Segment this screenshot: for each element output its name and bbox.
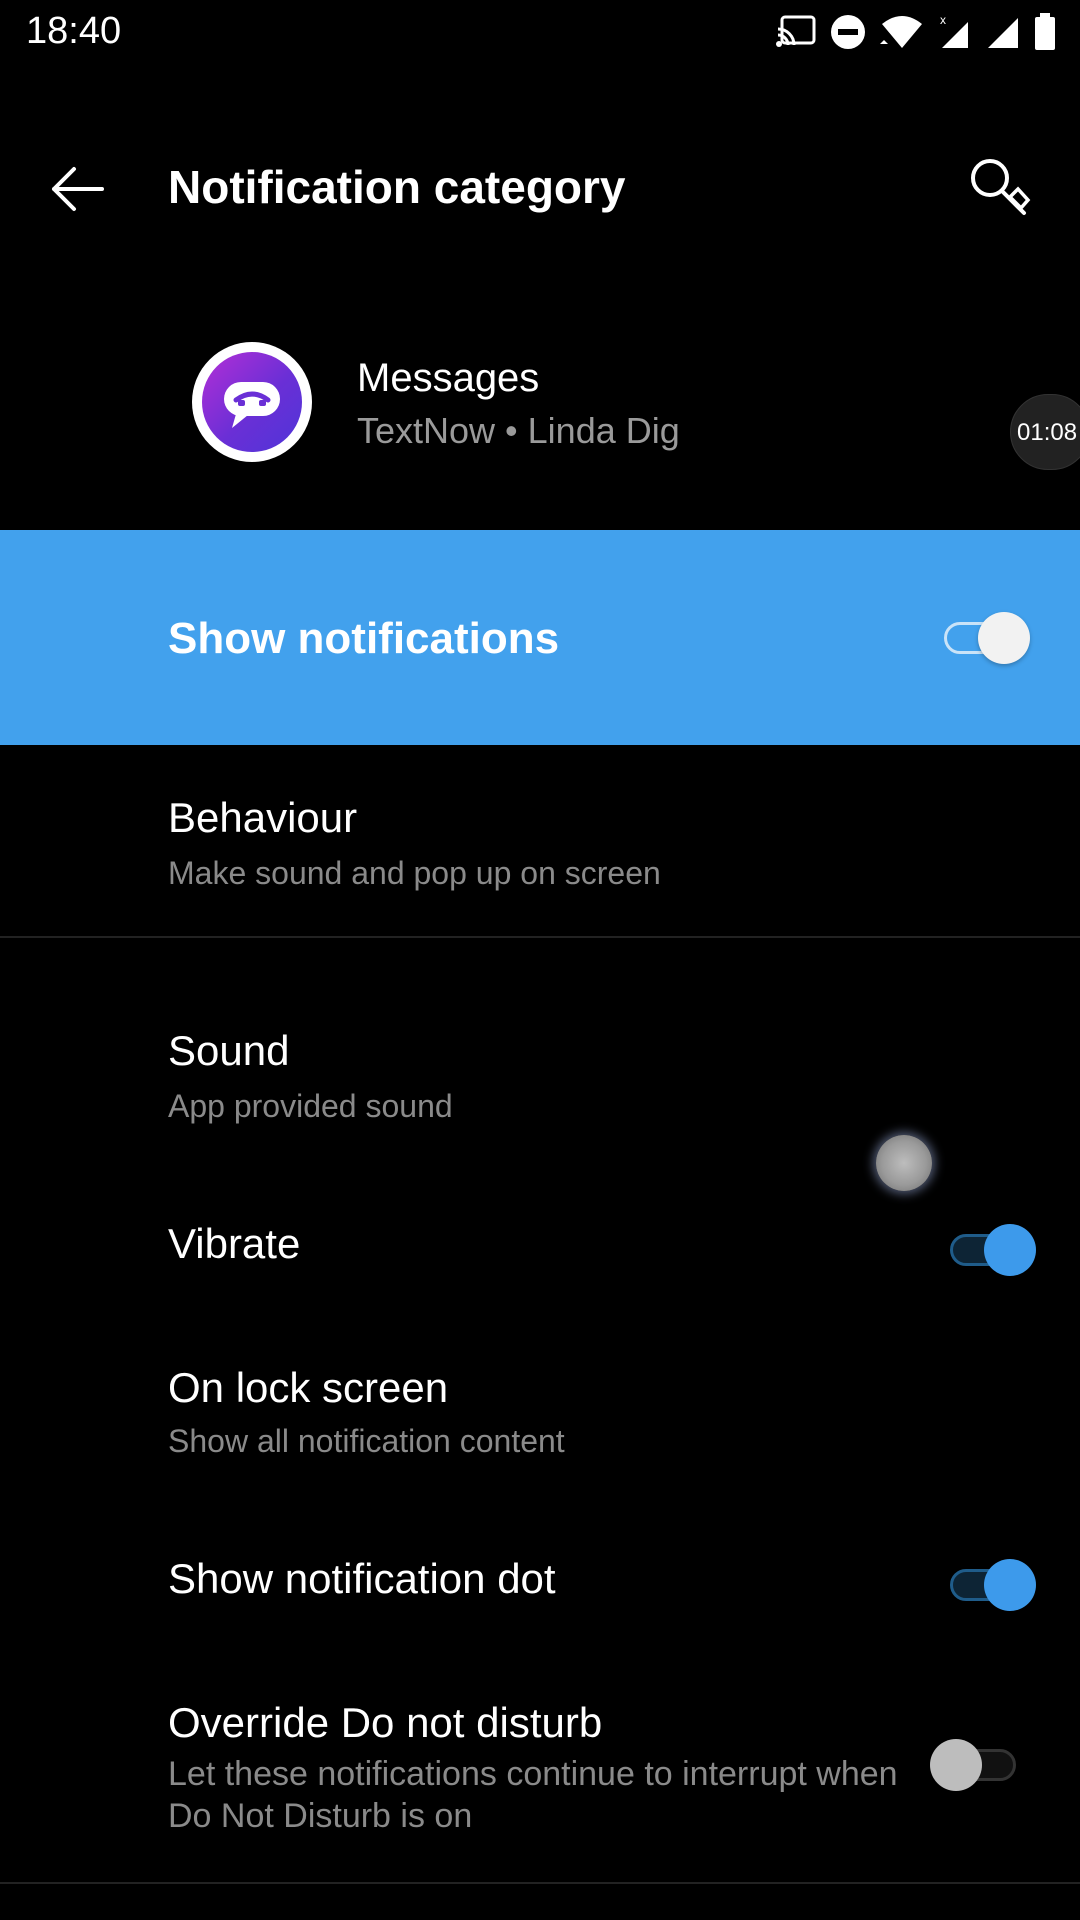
show-notifications-label: Show notifications (168, 614, 560, 663)
svg-text:x: x (940, 14, 946, 27)
behaviour-subtitle: Make sound and pop up on screen (168, 855, 661, 891)
notification-dot-row[interactable]: Show notification dot (0, 1545, 1080, 1645)
notification-dot-toggle[interactable] (946, 1555, 1036, 1615)
sound-row[interactable]: Sound App provided sound (0, 1023, 1080, 1143)
status-time: 18:40 (26, 10, 122, 52)
override-dnd-row[interactable]: Override Do not disturb Let these notifi… (0, 1695, 1080, 1840)
show-notifications-toggle[interactable] (940, 608, 1030, 668)
sound-title: Sound (168, 1027, 290, 1074)
app-name: Messages (357, 356, 540, 400)
override-dnd-subtitle: Let these notifications continue to inte… (168, 1755, 898, 1835)
timer-text: 01:08 (1017, 419, 1078, 446)
search-button[interactable] (966, 154, 1032, 220)
back-button[interactable] (44, 156, 110, 222)
lock-screen-title: On lock screen (168, 1364, 449, 1411)
touch-indicator (876, 1135, 932, 1191)
status-icons: x (776, 12, 1056, 52)
do-not-disturb-icon (831, 15, 865, 49)
override-dnd-title: Override Do not disturb (168, 1699, 603, 1746)
app-subtitle: TextNow • Linda Dig (357, 410, 680, 451)
floating-timer-bubble[interactable]: 01:08 (1010, 394, 1080, 470)
behaviour-title: Behaviour (168, 794, 358, 841)
show-notifications-row[interactable]: Show notifications (0, 530, 1080, 745)
arrow-left-icon (52, 167, 104, 211)
page-title: Notification category (168, 161, 626, 213)
app-bar: Notification category (0, 120, 1080, 256)
sound-subtitle: App provided sound (168, 1088, 453, 1124)
wifi-icon (880, 16, 922, 48)
lock-screen-row[interactable]: On lock screen Show all notification con… (0, 1360, 1080, 1480)
signal-x-icon: x (940, 14, 968, 48)
vibrate-toggle[interactable] (946, 1220, 1036, 1280)
screen: 18:40 x Notification category Messages T… (0, 0, 1080, 1920)
override-dnd-toggle[interactable] (930, 1735, 1020, 1795)
notification-dot-title: Show notification dot (168, 1555, 556, 1602)
textnow-app-icon (192, 342, 312, 462)
behaviour-row[interactable]: Behaviour Make sound and pop up on scree… (0, 790, 1080, 935)
vibrate-title: Vibrate (168, 1220, 301, 1267)
divider (0, 1882, 1080, 1884)
battery-icon (1035, 13, 1055, 50)
lock-screen-subtitle: Show all notification content (168, 1423, 565, 1459)
app-header: Messages TextNow • Linda Dig (0, 330, 1080, 480)
search-icon (971, 159, 1031, 215)
divider (0, 936, 1080, 938)
status-bar: 18:40 x (0, 0, 1080, 64)
vibrate-row[interactable]: Vibrate (0, 1210, 1080, 1310)
signal-icon (988, 18, 1018, 48)
cast-icon (776, 15, 816, 47)
